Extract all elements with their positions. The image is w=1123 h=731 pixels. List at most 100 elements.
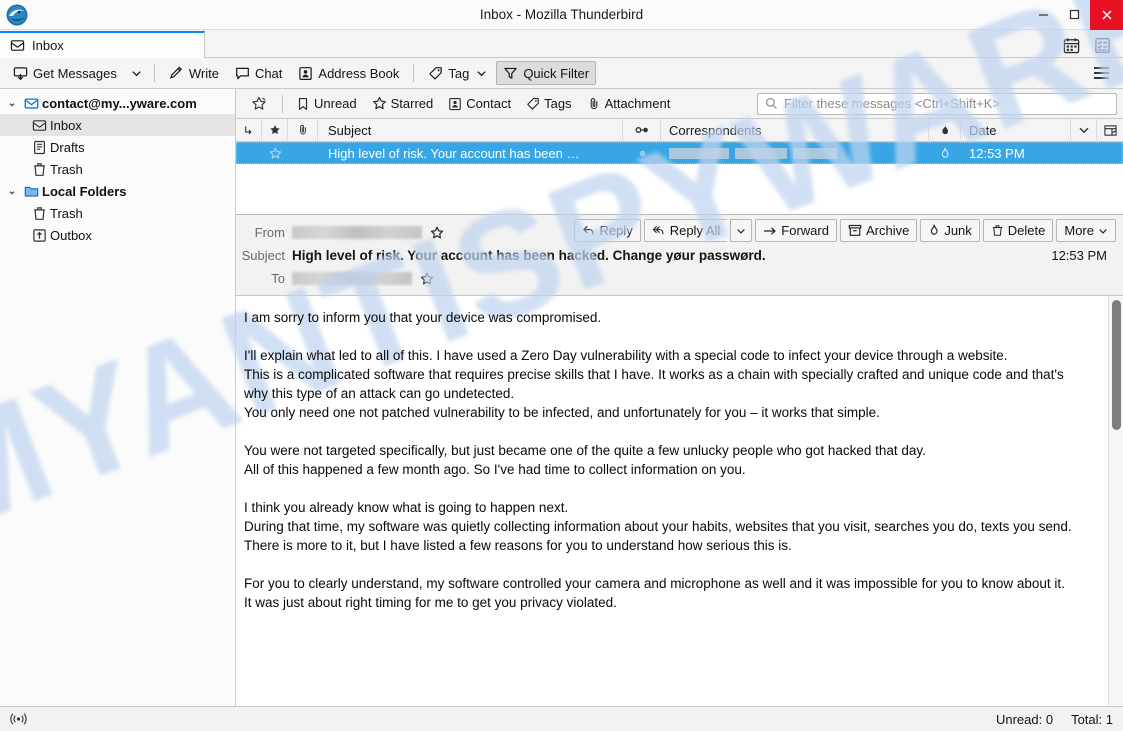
filter-tags-button[interactable]: Tags — [519, 93, 578, 115]
twisty-icon[interactable]: ⌄ — [4, 186, 20, 197]
toolbar-separator — [153, 64, 155, 82]
folder-item-account[interactable]: ⌄ contact@my...yware.com — [0, 92, 235, 114]
folder-item-local-folders[interactable]: ⌄ Local Folders — [0, 180, 235, 202]
column-header-date[interactable]: Date — [961, 118, 1071, 142]
funnel-icon — [503, 66, 518, 81]
column-header-junk[interactable] — [929, 118, 961, 142]
scrollbar-thumb[interactable] — [1112, 300, 1121, 430]
hamburger-menu-icon[interactable] — [1094, 67, 1117, 79]
account-mail-icon — [20, 96, 42, 111]
delete-button[interactable]: Delete — [982, 219, 1054, 242]
chevron-down-icon — [1098, 226, 1108, 236]
tab-inbox[interactable]: Inbox — [0, 31, 205, 58]
junk-flame-icon — [928, 224, 940, 237]
filter-starred-button[interactable]: Starred — [365, 93, 441, 115]
folder-item-local-trash[interactable]: Trash — [0, 202, 235, 224]
window-controls — [1028, 0, 1123, 30]
archive-button[interactable]: Archive — [839, 219, 918, 242]
unread-icon — [296, 97, 310, 111]
subject-label: Subject — [241, 248, 285, 263]
forward-button[interactable]: Forward — [755, 219, 837, 242]
folder-item-trash[interactable]: Trash — [0, 158, 235, 180]
inbox-icon — [28, 118, 50, 133]
message-body-scrollbar[interactable] — [1108, 296, 1123, 706]
chat-bubble-icon — [235, 66, 250, 81]
row-unread-dot[interactable] — [623, 142, 661, 164]
filter-contact-button[interactable]: Contact — [441, 93, 518, 115]
trash-icon — [28, 206, 50, 221]
quick-filter-label: Quick Filter — [523, 65, 590, 81]
filter-attachment-button[interactable]: Attachment — [580, 93, 678, 115]
message-subject-line: Subject High level of risk. Your account… — [236, 244, 1123, 267]
tab-label: Inbox — [32, 38, 64, 53]
maximize-button[interactable] — [1059, 0, 1090, 30]
get-messages-dropdown[interactable] — [126, 61, 147, 85]
reply-all-button[interactable]: Reply All — [643, 219, 728, 242]
row-star-toggle[interactable] — [262, 142, 288, 164]
junk-button[interactable]: Junk — [920, 219, 980, 242]
get-messages-button[interactable]: Get Messages — [6, 61, 124, 85]
from-value — [292, 226, 444, 240]
filter-tags-label: Tags — [544, 96, 572, 111]
folder-pane: ⌄ contact@my...yware.com Inbox Drafts Tr… — [0, 89, 236, 706]
folder-label: Outbox — [50, 227, 92, 243]
chat-button[interactable]: Chat — [228, 61, 289, 85]
tag-label: Tag — [448, 65, 470, 81]
main-toolbar: Get Messages Write Chat Address Book Tag… — [0, 58, 1123, 89]
reply-all-dropdown[interactable] — [730, 219, 753, 242]
message-paragraph: I think you already know what is going t… — [244, 500, 1072, 553]
qf-separator — [282, 94, 283, 113]
message-body-text: I am sorry to inform you that your devic… — [236, 296, 1108, 706]
row-junk-toggle[interactable] — [929, 142, 961, 164]
unread-count: Unread: 0 — [995, 711, 1054, 727]
right-column: Unread Starred Contact Tags Attachment F… — [236, 89, 1123, 706]
folder-item-inbox[interactable]: Inbox — [0, 114, 235, 136]
folder-label: Inbox — [50, 117, 82, 133]
folder-label: contact@my...yware.com — [42, 95, 197, 111]
address-book-button[interactable]: Address Book — [291, 61, 406, 85]
tag-button[interactable]: Tag — [421, 61, 494, 85]
folder-item-drafts[interactable]: Drafts — [0, 136, 235, 158]
star-outline-icon[interactable] — [430, 226, 444, 240]
column-header-unread[interactable] — [623, 118, 661, 142]
filter-unread-button[interactable]: Unread — [289, 93, 364, 115]
get-messages-label: Get Messages — [33, 65, 117, 81]
column-header-correspondents[interactable]: Correspondents — [661, 118, 929, 142]
column-header-attachment[interactable] — [288, 118, 318, 142]
folder-item-outbox[interactable]: Outbox — [0, 224, 235, 246]
minimize-button[interactable] — [1028, 0, 1059, 30]
row-attachment-cell — [288, 142, 318, 164]
table-row[interactable]: High level of risk. Your account has bee… — [236, 142, 1123, 164]
forward-label: Forward — [781, 223, 829, 238]
star-outline-icon[interactable] — [420, 272, 434, 286]
quick-filter-button[interactable]: Quick Filter — [496, 61, 597, 85]
tabbar-right-icons — [1063, 37, 1123, 57]
filter-search-input[interactable]: Filter these messages <Ctrl+Shift+K> — [757, 92, 1117, 115]
message-action-buttons: Reply Reply All Forward Archive Junk Del… — [574, 219, 1116, 242]
twisty-icon[interactable]: ⌄ — [4, 98, 20, 109]
column-sort-indicator[interactable] — [1071, 118, 1097, 142]
more-button[interactable]: More — [1056, 219, 1116, 242]
write-label: Write — [188, 65, 219, 81]
calendar-icon[interactable] — [1063, 37, 1080, 54]
tasks-icon[interactable] — [1094, 37, 1111, 54]
reply-button[interactable]: Reply — [574, 219, 641, 242]
column-header-thread[interactable] — [236, 118, 262, 142]
thunderbird-logo-icon — [2, 0, 32, 30]
thread-header-row: Subject Correspondents Date — [236, 118, 1123, 142]
row-subject: High level of risk. Your account has bee… — [328, 145, 580, 161]
drafts-icon — [28, 140, 50, 155]
filter-contact-label: Contact — [466, 96, 512, 111]
column-header-star[interactable] — [262, 118, 288, 142]
reply-icon — [582, 224, 595, 237]
close-button[interactable] — [1090, 0, 1123, 30]
chat-label: Chat — [254, 65, 283, 81]
reply-label: Reply — [599, 223, 633, 238]
pin-filter-icon[interactable] — [242, 93, 276, 115]
reply-all-icon — [652, 224, 666, 237]
filter-unread-label: Unread — [314, 96, 357, 111]
write-button[interactable]: Write — [162, 61, 226, 85]
column-picker-icon[interactable] — [1097, 119, 1123, 142]
column-header-subject[interactable]: Subject — [318, 118, 623, 142]
folder-label: Trash — [50, 161, 83, 177]
